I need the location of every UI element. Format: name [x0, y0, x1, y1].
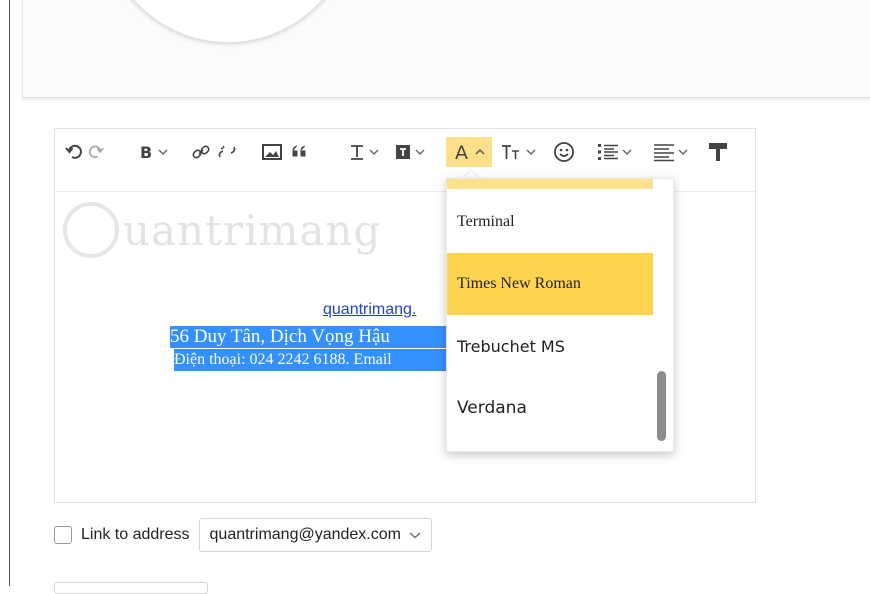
font-option-label: Trebuchet MS — [457, 336, 565, 356]
watermark-text: uantrimang — [123, 205, 382, 255]
svg-text:A: A — [455, 142, 468, 162]
chevron-down-icon — [369, 149, 378, 155]
link-icon — [192, 145, 210, 159]
signature-link[interactable]: quantrimang. — [323, 301, 416, 319]
undo-icon — [65, 144, 82, 159]
undo-button[interactable] — [63, 137, 85, 167]
font-family-dropdown: Terminal Times New Roman Trebuchet MS Ve… — [446, 178, 674, 452]
font-size-icon — [501, 145, 519, 159]
link-to-address-label: Link to address — [81, 526, 190, 543]
svg-text:B: B — [140, 143, 152, 161]
font-option-trebuchet-ms[interactable]: Trebuchet MS — [447, 315, 653, 377]
image-icon — [262, 144, 282, 160]
bold-button[interactable]: B — [135, 137, 171, 167]
text-color-icon — [395, 145, 410, 159]
insert-link-button[interactable] — [189, 137, 213, 167]
emoji-button[interactable] — [551, 137, 577, 167]
header-panel — [22, 0, 870, 98]
text-cursor-icon — [350, 145, 363, 160]
chevron-down-icon — [409, 532, 421, 539]
selected-address-line: 56 Duy Tân, Dịch Vọng Hậu — [170, 326, 450, 348]
font-family-button[interactable]: A — [446, 137, 492, 167]
text-style-button[interactable] — [343, 137, 383, 167]
chevron-up-icon — [475, 149, 484, 155]
bulb-icon — [63, 202, 119, 258]
list-icon — [597, 144, 618, 160]
selected-contact-line: Điện thoại: 024 2242 6188. Email — [174, 349, 450, 371]
send-button[interactable] — [54, 582, 208, 594]
redo-button[interactable] — [85, 137, 107, 167]
watermark-logo: uantrimang — [63, 202, 381, 258]
text-color-button[interactable] — [389, 137, 429, 167]
chevron-down-icon — [415, 149, 424, 155]
font-option-times-new-roman[interactable]: Times New Roman — [447, 253, 653, 315]
quote-icon — [292, 145, 306, 157]
link-to-address-checkbox[interactable] — [54, 526, 72, 544]
align-left-icon — [653, 144, 674, 162]
remove-link-button[interactable] — [215, 137, 239, 167]
insert-image-button[interactable] — [259, 137, 285, 167]
address-select[interactable]: quantrimang@yandex.com — [198, 518, 432, 552]
chevron-down-icon — [678, 149, 687, 155]
font-size-button[interactable] — [497, 137, 539, 167]
align-button[interactable] — [647, 137, 693, 167]
link-to-address-row: Link to address quantrimang@yandex.com — [54, 518, 432, 552]
list-button[interactable] — [591, 137, 637, 167]
quote-button[interactable] — [287, 137, 313, 167]
dropdown-scrollbar[interactable] — [657, 371, 666, 441]
format-paint-icon — [709, 143, 727, 161]
redo-icon — [88, 145, 104, 159]
previous-item-partial[interactable] — [447, 179, 653, 189]
font-option-terminal[interactable]: Terminal — [447, 191, 653, 253]
clear-formatting-button[interactable] — [705, 137, 731, 167]
font-family-icon: A — [455, 142, 468, 162]
left-border — [9, 0, 10, 586]
chevron-down-icon — [526, 149, 535, 155]
chevron-down-icon — [158, 149, 167, 155]
unlink-icon — [218, 145, 236, 158]
address-value: quantrimang@yandex.com — [209, 526, 401, 543]
font-option-label: Terminal — [457, 213, 515, 230]
avatar[interactable] — [101, 0, 355, 44]
smiley-icon — [554, 142, 574, 162]
font-option-label: Verdana — [457, 398, 527, 418]
font-option-label: Times New Roman — [457, 275, 581, 292]
chevron-down-icon — [622, 149, 631, 155]
font-option-verdana[interactable]: Verdana — [447, 377, 653, 439]
bold-icon: B — [140, 143, 152, 161]
